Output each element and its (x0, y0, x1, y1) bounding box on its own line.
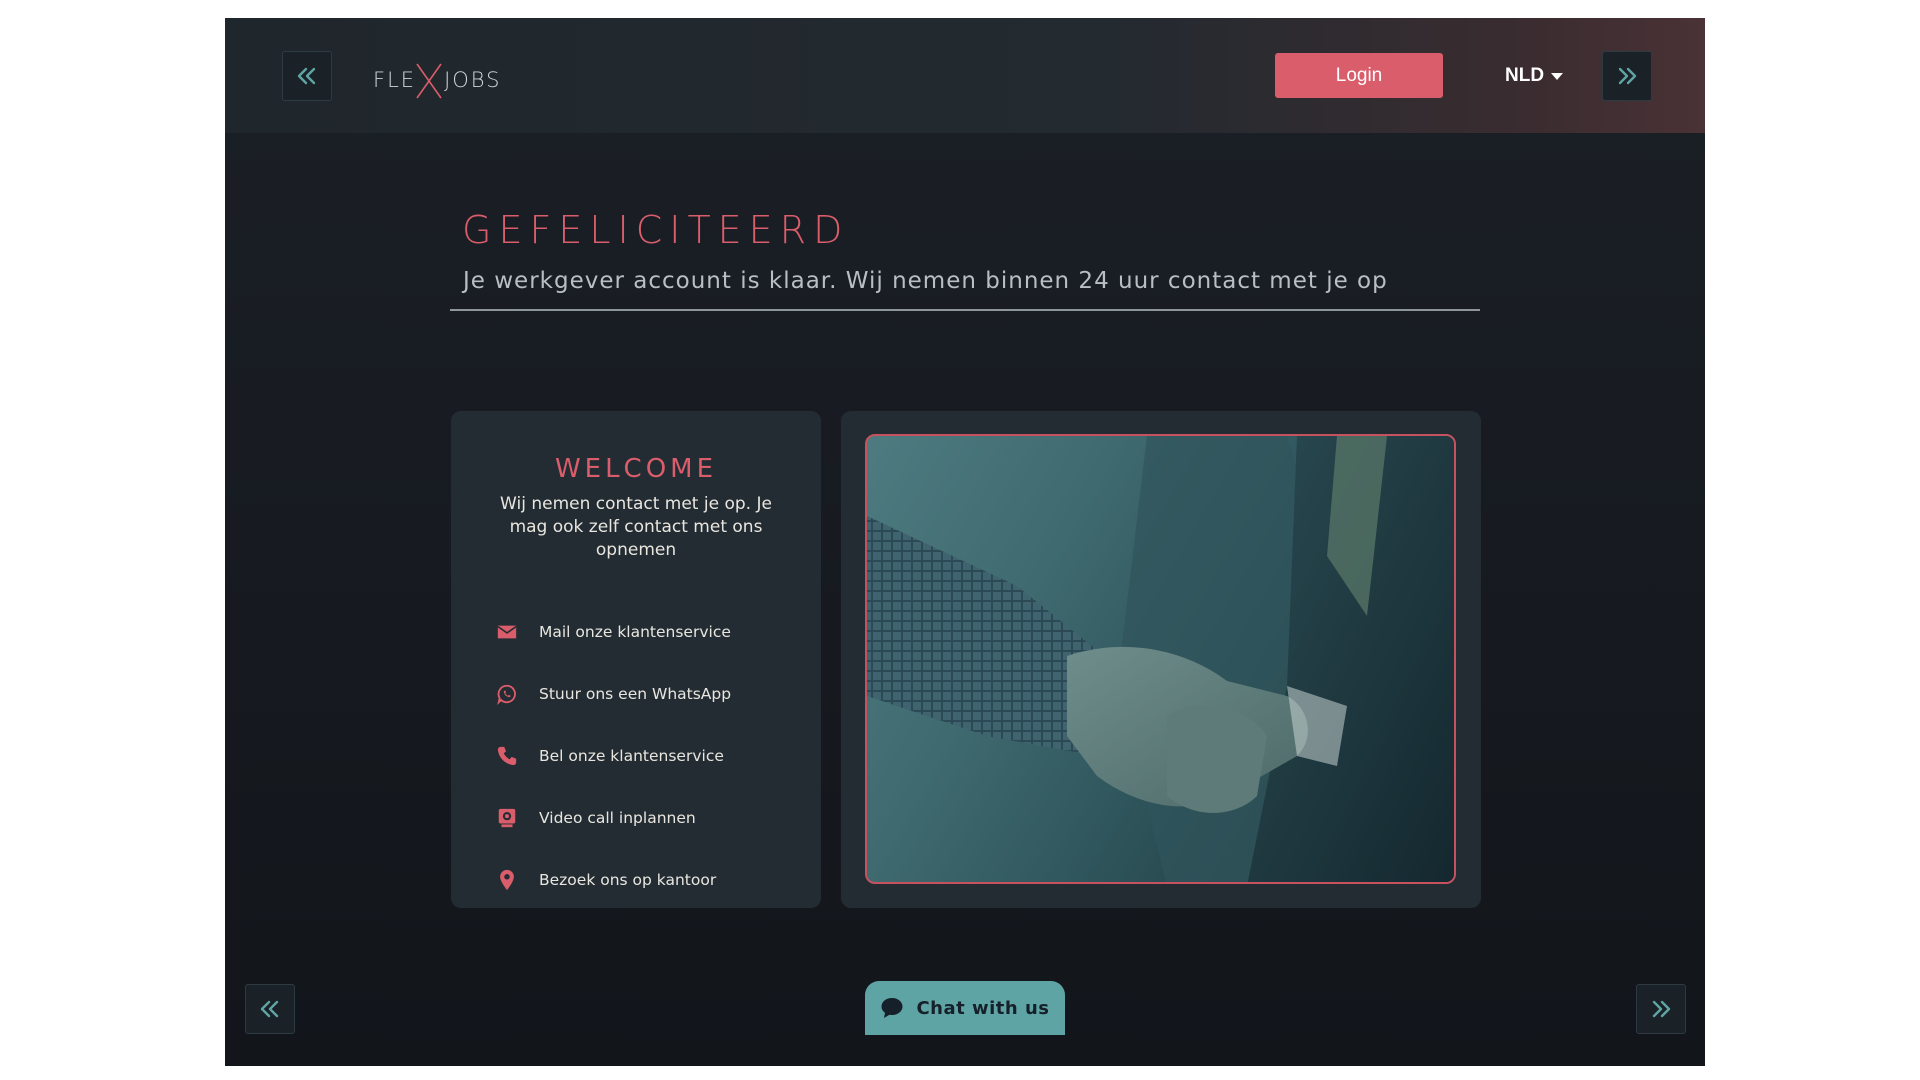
handshake-illustration (867, 436, 1454, 882)
nav-forward-button[interactable] (1602, 51, 1652, 101)
phone-icon (495, 744, 519, 768)
app-window: FLE JOBS Login NLD GEFELICITEERD Je werk… (225, 18, 1705, 1066)
handshake-photo (865, 434, 1456, 884)
nav-back-button[interactable] (282, 51, 332, 101)
contact-phone-label: Bel onze klantenservice (539, 747, 724, 765)
chat-label: Chat with us (916, 997, 1050, 1019)
double-chevron-right-icon (1618, 67, 1637, 85)
bottom-forward-button[interactable] (1636, 984, 1686, 1034)
webcam-icon (495, 806, 519, 830)
language-selector[interactable]: NLD (1505, 62, 1564, 90)
double-chevron-left-icon (297, 67, 316, 85)
double-chevron-right-icon (1652, 1000, 1671, 1018)
caret-down-icon (1551, 72, 1564, 80)
language-label: NLD (1505, 65, 1545, 86)
bottom-back-button[interactable] (245, 984, 295, 1034)
top-navbar: FLE JOBS Login NLD (225, 18, 1705, 133)
contact-whatsapp-label: Stuur ons een WhatsApp (539, 685, 732, 703)
contact-office-visit-label: Bezoek ons op kantoor (539, 871, 717, 889)
welcome-title: WELCOME (554, 454, 718, 484)
double-chevron-left-icon (260, 1000, 279, 1018)
logo-text-left: FLE (373, 68, 417, 92)
contact-options-list: Mail onze klantenservice Stuur ons een W… (495, 601, 795, 911)
welcome-text: Wij nemen contact met je op. Je mag ook … (500, 494, 772, 560)
contact-video-call-label: Video call inplannen (539, 809, 696, 827)
page-title: GEFELICITEERD (462, 208, 850, 252)
login-button[interactable]: Login (1275, 53, 1443, 98)
title-divider (450, 309, 1480, 311)
logo-text-right: JOBS (444, 68, 502, 92)
page-subtitle: Je werkgever account is klaar. Wij nemen… (463, 268, 1388, 294)
whatsapp-icon (495, 682, 519, 706)
contact-mail[interactable]: Mail onze klantenservice (495, 601, 795, 663)
logo-x-icon (416, 60, 444, 100)
chat-with-us-button[interactable]: Chat with us (865, 981, 1065, 1035)
contact-office-visit[interactable]: Bezoek ons op kantoor (495, 849, 795, 911)
flexjobs-logo[interactable]: FLE JOBS (373, 60, 503, 100)
contact-video-call[interactable]: Video call inplannen (495, 787, 795, 849)
image-card (841, 411, 1481, 908)
contact-mail-label: Mail onze klantenservice (539, 623, 731, 641)
contact-whatsapp[interactable]: Stuur ons een WhatsApp (495, 663, 795, 725)
location-pin-icon (495, 868, 519, 892)
mail-icon (495, 620, 519, 644)
contact-phone[interactable]: Bel onze klantenservice (495, 725, 795, 787)
chat-bubble-icon (881, 998, 903, 1018)
welcome-card: WELCOME Wij nemen contact met je op. Je … (451, 411, 821, 908)
